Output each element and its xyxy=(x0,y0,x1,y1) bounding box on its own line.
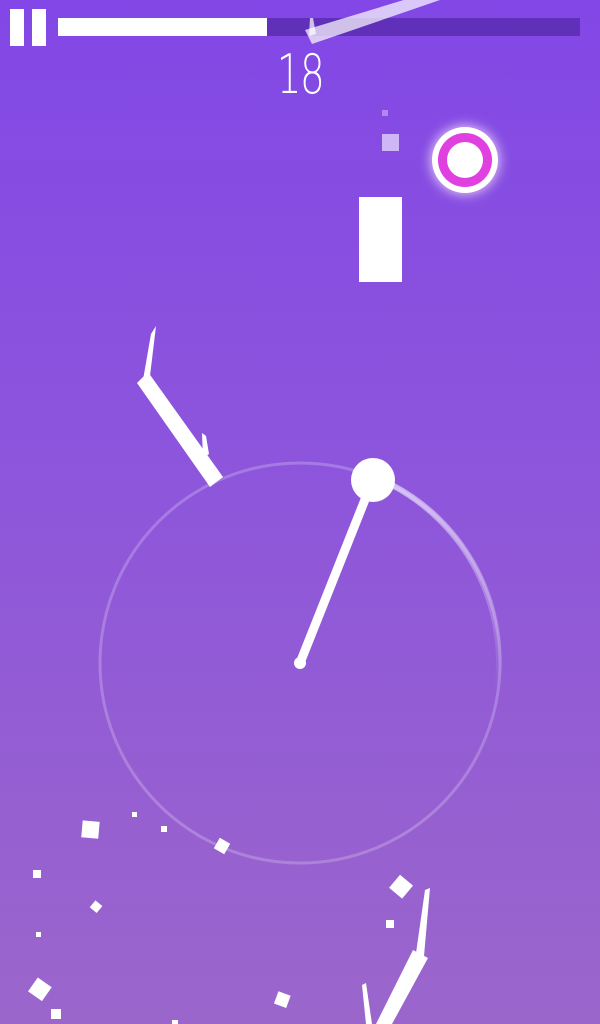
debris-square xyxy=(213,837,231,855)
target-ring xyxy=(432,127,498,193)
debris-square xyxy=(382,134,399,151)
pendulum-pivot xyxy=(294,657,306,669)
debris-square xyxy=(28,977,52,1002)
debris-square xyxy=(172,1020,178,1024)
ball-motion-trail xyxy=(389,482,502,693)
debris-square xyxy=(382,110,388,116)
bar-obstacle-bottom-spike xyxy=(416,888,430,956)
debris-square xyxy=(33,870,41,878)
debris-square xyxy=(273,991,291,1008)
bar-obstacle-left xyxy=(137,372,223,487)
debris-square xyxy=(389,874,414,899)
block-obstacle xyxy=(359,197,402,282)
debris-square xyxy=(51,1009,61,1019)
bar-obstacle-bottom xyxy=(376,950,428,1024)
game-scene xyxy=(28,0,502,1024)
debris-field xyxy=(28,812,414,1024)
debris-square xyxy=(89,900,103,914)
bar-obstacle-top xyxy=(305,0,440,44)
debris-square xyxy=(36,932,41,937)
score-counter: 18 xyxy=(276,43,325,106)
debris-square xyxy=(161,826,167,832)
bar-obstacle-left-spike xyxy=(143,326,156,380)
debris-square xyxy=(132,812,137,817)
pendulum-arm xyxy=(295,482,375,668)
debris-square xyxy=(386,920,394,928)
debris-square xyxy=(81,820,100,839)
bar-obstacle-bottom-spike xyxy=(362,983,372,1024)
player-ball xyxy=(351,458,395,502)
bar-obstacle-left-spike xyxy=(202,433,209,458)
